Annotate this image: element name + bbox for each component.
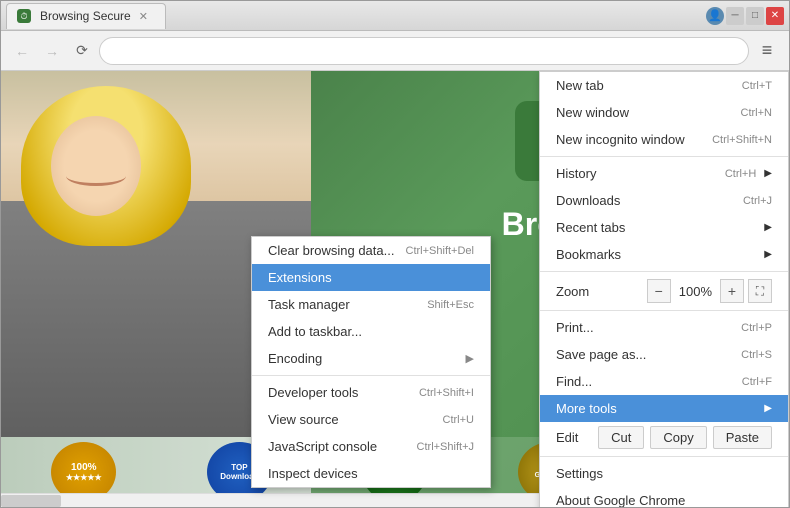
- menu-divider-1: [540, 156, 788, 157]
- submenu-developer-tools[interactable]: Developer tools Ctrl+Shift+I: [252, 379, 490, 406]
- paste-button[interactable]: Paste: [713, 426, 772, 449]
- menu-history-shortcut: Ctrl+H: [725, 168, 756, 180]
- menu-bookmarks[interactable]: Bookmarks ▶: [540, 241, 788, 268]
- submenu-encoding-label: Encoding: [268, 351, 466, 366]
- submenu-clear-browsing-label: Clear browsing data...: [268, 243, 406, 258]
- scrollbar-thumb[interactable]: [1, 495, 61, 507]
- menu-recent-tabs[interactable]: Recent tabs ▶: [540, 214, 788, 241]
- submenu-add-taskbar[interactable]: Add to taskbar...: [252, 318, 490, 345]
- submenu-task-manager[interactable]: Task manager Shift+Esc: [252, 291, 490, 318]
- close-button[interactable]: ✕: [766, 7, 784, 25]
- submenu-encoding[interactable]: Encoding ▶: [252, 345, 490, 372]
- submenu-add-taskbar-label: Add to taskbar...: [268, 324, 474, 339]
- profile-icon[interactable]: 👤: [706, 7, 724, 25]
- toolbar: ← → ⟳ ≡: [1, 31, 789, 71]
- menu-print-label: Print...: [556, 320, 733, 335]
- menu-new-tab-label: New tab: [556, 78, 734, 93]
- submenu-developer-tools-label: Developer tools: [268, 385, 419, 400]
- menu-downloads-shortcut: Ctrl+J: [743, 195, 772, 207]
- zoom-row: Zoom − 100% + ⛶: [540, 275, 788, 307]
- cut-button[interactable]: Cut: [598, 426, 644, 449]
- submenu-task-manager-label: Task manager: [268, 297, 427, 312]
- submenu-js-console-shortcut: Ctrl+Shift+J: [417, 441, 474, 453]
- menu-save-page-shortcut: Ctrl+S: [741, 349, 772, 361]
- submenu-extensions-label: Extensions: [268, 270, 474, 285]
- menu-save-page-label: Save page as...: [556, 347, 733, 362]
- submenu-developer-tools-shortcut: Ctrl+Shift+I: [419, 387, 474, 399]
- submenu-js-console-label: JavaScript console: [268, 439, 417, 454]
- submenu-js-console[interactable]: JavaScript console Ctrl+Shift+J: [252, 433, 490, 460]
- menu-downloads[interactable]: Downloads Ctrl+J: [540, 187, 788, 214]
- menu-downloads-label: Downloads: [556, 193, 735, 208]
- menu-find-label: Find...: [556, 374, 734, 389]
- menu-about[interactable]: About Google Chrome: [540, 487, 788, 507]
- menu-history-label: History: [556, 166, 717, 181]
- menu-find-shortcut: Ctrl+F: [742, 376, 772, 388]
- menu-incognito-shortcut: Ctrl+Shift+N: [712, 134, 772, 146]
- maximize-button[interactable]: □: [746, 7, 764, 25]
- menu-new-tab[interactable]: New tab Ctrl+T: [540, 72, 788, 99]
- menu-divider-2: [540, 271, 788, 272]
- zoom-decrease-button[interactable]: −: [647, 279, 671, 303]
- copy-button[interactable]: Copy: [650, 426, 706, 449]
- zoom-value: 100%: [671, 284, 720, 299]
- menu-save-page[interactable]: Save page as... Ctrl+S: [540, 341, 788, 368]
- menu-recent-tabs-arrow: ▶: [764, 222, 772, 233]
- menu-settings[interactable]: Settings: [540, 460, 788, 487]
- menu-new-window-label: New window: [556, 105, 733, 120]
- active-tab[interactable]: ⏱ Browsing Secure ✕: [6, 3, 166, 29]
- chrome-window: ⏱ Browsing Secure ✕ 👤 ─ □ ✕ ← → ⟳ ≡: [0, 0, 790, 508]
- menu-history-arrow: ▶: [764, 168, 772, 179]
- menu-settings-label: Settings: [556, 466, 772, 481]
- submenu-view-source[interactable]: View source Ctrl+U: [252, 406, 490, 433]
- zoom-increase-button[interactable]: +: [720, 279, 744, 303]
- menu-bookmarks-label: Bookmarks: [556, 247, 756, 262]
- minimize-button[interactable]: ─: [726, 7, 744, 25]
- menu-more-tools-arrow: ▶: [764, 403, 772, 414]
- submenu-inspect-devices-label: Inspect devices: [268, 466, 474, 481]
- submenu-task-manager-shortcut: Shift+Esc: [427, 299, 474, 311]
- chrome-menu-button[interactable]: ≡: [753, 37, 781, 65]
- menu-more-tools-label: More tools: [556, 401, 756, 416]
- submenu-clear-browsing-shortcut: Ctrl+Shift+Del: [406, 245, 474, 257]
- zoom-label: Zoom: [556, 284, 647, 299]
- chrome-menu: New tab Ctrl+T New window Ctrl+N New inc…: [539, 71, 789, 507]
- forward-button[interactable]: →: [39, 38, 65, 64]
- zoom-fullscreen-button[interactable]: ⛶: [748, 279, 772, 303]
- menu-recent-tabs-label: Recent tabs: [556, 220, 756, 235]
- menu-history[interactable]: History Ctrl+H ▶: [540, 160, 788, 187]
- edit-row: Edit Cut Copy Paste: [540, 422, 788, 453]
- window-controls: 👤 ─ □ ✕: [706, 7, 784, 25]
- menu-about-label: About Google Chrome: [556, 493, 772, 507]
- menu-new-tab-shortcut: Ctrl+T: [742, 80, 772, 92]
- menu-new-window-shortcut: Ctrl+N: [741, 107, 772, 119]
- menu-find[interactable]: Find... Ctrl+F: [540, 368, 788, 395]
- tab-close-button[interactable]: ✕: [139, 10, 148, 23]
- menu-print[interactable]: Print... Ctrl+P: [540, 314, 788, 341]
- address-bar[interactable]: [99, 37, 749, 65]
- menu-bookmarks-arrow: ▶: [764, 249, 772, 260]
- edit-label: Edit: [556, 430, 592, 445]
- title-bar: ⏱ Browsing Secure ✕ 👤 ─ □ ✕: [1, 1, 789, 31]
- tab-favicon: ⏱: [17, 9, 31, 23]
- submenu-view-source-label: View source: [268, 412, 443, 427]
- content-area: ⏱ Browsi ✔ Enhance ✔ Makes su 97 100%★★★…: [1, 71, 789, 507]
- menu-incognito[interactable]: New incognito window Ctrl+Shift+N: [540, 126, 788, 153]
- submenu-divider-1: [252, 375, 490, 376]
- menu-divider-4: [540, 456, 788, 457]
- reload-button[interactable]: ⟳: [69, 38, 95, 64]
- submenu-clear-browsing[interactable]: Clear browsing data... Ctrl+Shift+Del: [252, 237, 490, 264]
- tab-title: Browsing Secure: [40, 9, 131, 23]
- menu-new-window[interactable]: New window Ctrl+N: [540, 99, 788, 126]
- submenu-inspect-devices[interactable]: Inspect devices: [252, 460, 490, 487]
- back-button[interactable]: ←: [9, 38, 35, 64]
- menu-incognito-label: New incognito window: [556, 132, 704, 147]
- more-tools-submenu: Clear browsing data... Ctrl+Shift+Del Ex…: [251, 236, 491, 488]
- submenu-extensions[interactable]: Extensions: [252, 264, 490, 291]
- menu-print-shortcut: Ctrl+P: [741, 322, 772, 334]
- menu-divider-3: [540, 310, 788, 311]
- submenu-encoding-arrow: ▶: [466, 352, 474, 365]
- submenu-view-source-shortcut: Ctrl+U: [443, 414, 474, 426]
- menu-more-tools[interactable]: More tools ▶: [540, 395, 788, 422]
